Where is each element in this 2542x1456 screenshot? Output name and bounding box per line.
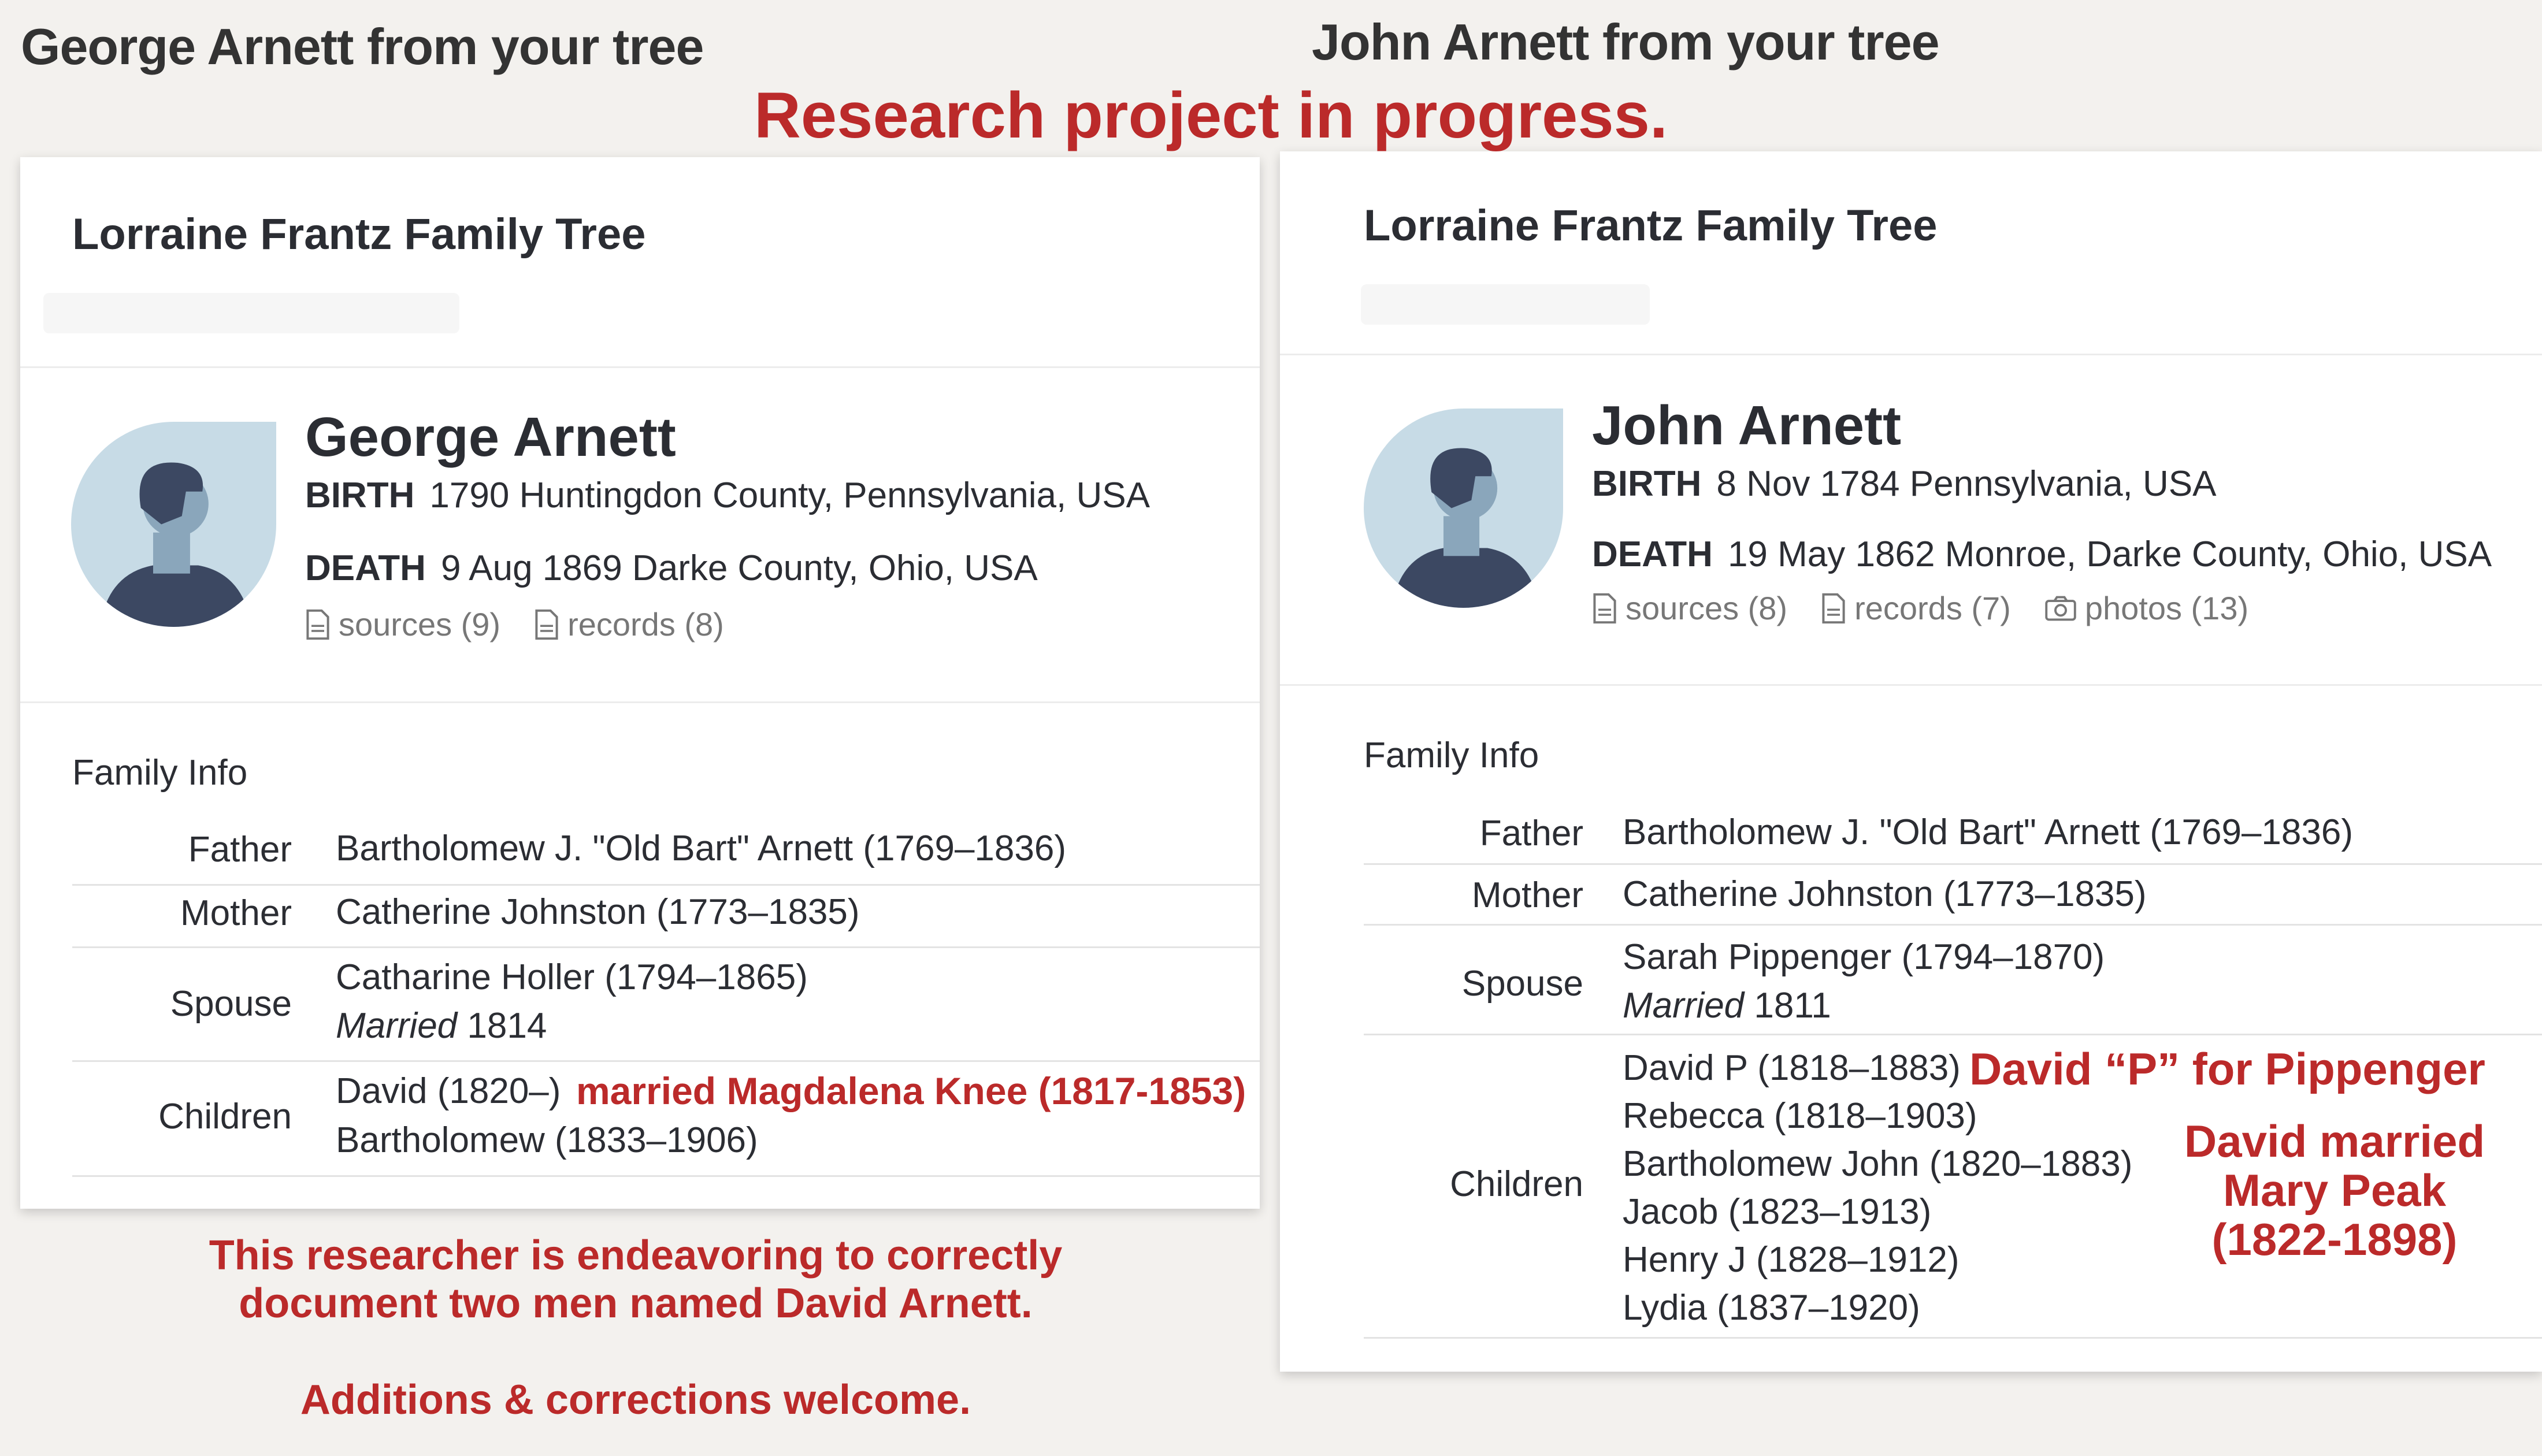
note-david-p: David “P” for Pippenger	[1969, 1043, 2485, 1094]
right-child-item[interactable]: Rebecca (1818–1903)	[1623, 1092, 1977, 1141]
right-records-link[interactable]: records (7)	[1821, 589, 2011, 627]
research-banner: Research project in progress.	[754, 79, 1668, 151]
left-avatar[interactable]	[71, 422, 276, 627]
note-married-3: (1822-1898)	[2211, 1214, 2458, 1265]
right-spouse-value[interactable]: Sarah Pippenger (1794–1870)	[1623, 933, 2105, 982]
right-page-header: John Arnett from your tree	[1312, 13, 1940, 70]
right-person-name[interactable]: John Arnett	[1592, 394, 1901, 458]
right-death-fact: DEATH 19 May 1862 Monroe, Darke County, O…	[1592, 534, 2492, 575]
left-spouse-label: Spouse	[170, 984, 292, 1024]
left-row-divider	[72, 1060, 1260, 1062]
right-avatar[interactable]	[1364, 408, 1563, 608]
right-child-item[interactable]: Bartholomew John (1820–1883)	[1623, 1140, 2132, 1188]
married-word: Married	[336, 1006, 458, 1046]
birth-label: BIRTH	[1592, 464, 1702, 504]
note-married-2: Mary Peak	[2223, 1165, 2446, 1216]
right-spouse-label: Spouse	[1461, 964, 1583, 1004]
sources-label: sources (9)	[339, 606, 501, 642]
birth-label: BIRTH	[305, 476, 415, 515]
right-photos-link[interactable]: photos (13)	[2044, 589, 2248, 627]
right-row-divider	[1364, 924, 2542, 926]
right-father-label: Father	[1479, 814, 1583, 853]
right-row-divider	[1364, 863, 2542, 865]
right-tree-title[interactable]: Lorraine Frantz Family Tree	[1364, 200, 1938, 251]
left-children-label: Children	[158, 1097, 292, 1136]
left-child-item[interactable]: Bartholomew (1833–1906)	[336, 1116, 758, 1165]
right-mother-label: Mother	[1472, 875, 1583, 915]
death-value: 9 Aug 1869 Darke County, Ohio, USA	[440, 548, 1038, 588]
person-silhouette-icon	[99, 462, 252, 627]
right-family-info-label: Family Info	[1364, 736, 1539, 775]
left-father-value[interactable]: Bartholomew J. "Old Bart" Arnett (1769–1…	[336, 824, 1066, 873]
records-label: records (7)	[1854, 590, 2011, 626]
left-profile-card: Lorraine Frantz Family Tree George Arnet…	[20, 157, 1260, 1209]
left-father-label: Father	[188, 830, 292, 870]
records-label: records (8)	[567, 606, 724, 642]
left-sources-link[interactable]: sources (9)	[305, 606, 500, 643]
left-death-fact: DEATH 9 Aug 1869 Darke County, Ohio, USA	[305, 548, 1038, 589]
left-faded-placeholder	[43, 293, 459, 333]
married-word: Married	[1623, 986, 1745, 1026]
left-page-header: George Arnett from your tree	[21, 18, 704, 75]
note-line-1: This researcher is endeavoring to correc…	[209, 1232, 1063, 1279]
note-line-3: Additions & corrections welcome.	[300, 1377, 971, 1423]
death-label: DEATH	[305, 548, 426, 588]
right-child-item[interactable]: David P (1818–1883)	[1623, 1044, 1961, 1093]
left-spouse-value[interactable]: Catharine Holler (1794–1865)	[336, 953, 808, 1002]
married-year: 1814	[467, 1006, 547, 1046]
left-mother-value[interactable]: Catherine Johnston (1773–1835)	[336, 888, 860, 937]
photos-label: photos (13)	[2084, 590, 2249, 626]
note-line-2: document two men named David Arnett.	[239, 1280, 1033, 1327]
death-label: DEATH	[1592, 534, 1713, 574]
right-sources-link[interactable]: sources (8)	[1592, 589, 1787, 627]
right-card-divider-2	[1280, 684, 2542, 686]
married-year: 1811	[1754, 986, 1831, 1026]
left-mother-label: Mother	[180, 893, 292, 933]
left-card-divider-2	[20, 701, 1260, 703]
left-meta-links: sources (9) records (8)	[305, 606, 758, 643]
left-row-divider	[72, 884, 1260, 886]
left-person-name[interactable]: George Arnett	[305, 406, 676, 469]
document-icon	[1593, 593, 1616, 623]
left-records-link[interactable]: records (8)	[534, 606, 724, 643]
left-card-divider-1	[20, 366, 1260, 368]
document-icon	[1822, 593, 1845, 623]
left-child-item[interactable]: David (1820–)	[336, 1067, 561, 1116]
left-child-note: married Magdalena Knee (1817-1853)	[576, 1069, 1246, 1112]
camera-icon	[2045, 596, 2076, 621]
right-child-item[interactable]: Henry J (1828–1912)	[1623, 1236, 1959, 1284]
right-mother-value[interactable]: Catherine Johnston (1773–1835)	[1623, 870, 2147, 919]
left-spouse-married: Married 1814	[336, 1002, 547, 1050]
left-family-info-label: Family Info	[72, 753, 248, 793]
birth-value: 1790 Huntingdon County, Pennsylvania, US…	[429, 476, 1150, 515]
right-child-item[interactable]: Jacob (1823–1913)	[1623, 1188, 1931, 1236]
right-children-label: Children	[1450, 1164, 1583, 1204]
left-birth-fact: BIRTH 1790 Huntingdon County, Pennsylvani…	[305, 475, 1150, 516]
left-row-divider	[72, 946, 1260, 948]
birth-value: 8 Nov 1784 Pennsylvania, USA	[1716, 464, 2217, 504]
left-row-divider	[72, 1175, 1260, 1177]
right-card-divider-1	[1280, 354, 2542, 355]
right-meta-links: sources (8) records (7) photos (13)	[1592, 589, 2282, 627]
right-row-divider	[1364, 1337, 2542, 1339]
death-value: 19 May 1862 Monroe, Darke County, Ohio, …	[1727, 534, 2492, 574]
right-row-divider	[1364, 1034, 2542, 1035]
right-faded-placeholder	[1361, 284, 1650, 325]
document-icon	[306, 609, 329, 640]
right-birth-fact: BIRTH 8 Nov 1784 Pennsylvania, USA	[1592, 463, 2217, 504]
document-icon	[535, 609, 558, 640]
sources-label: sources (8)	[1626, 590, 1788, 626]
right-spouse-married: Married 1811	[1623, 982, 1831, 1030]
person-silhouette-icon	[1391, 448, 1539, 608]
left-tree-title[interactable]: Lorraine Frantz Family Tree	[72, 209, 646, 259]
note-married-1: David married	[2184, 1116, 2485, 1167]
right-father-value[interactable]: Bartholomew J. "Old Bart" Arnett (1769–1…	[1623, 808, 2353, 857]
right-child-item[interactable]: Lydia (1837–1920)	[1623, 1284, 1920, 1332]
